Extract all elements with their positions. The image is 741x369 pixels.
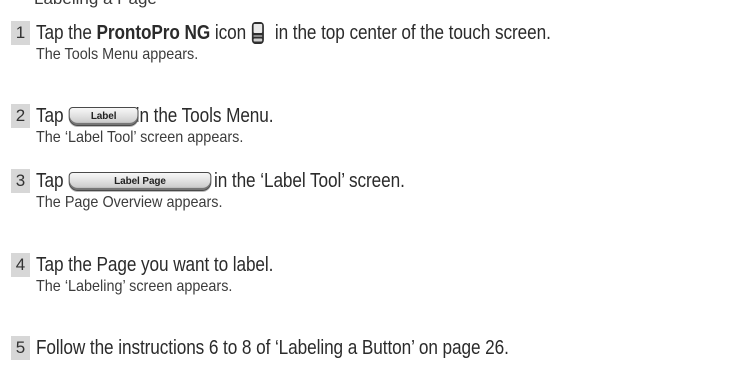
step-3: 3 Tap Label Page in the ‘Label Tool’ scr… xyxy=(11,168,736,212)
step-instruction: Tap the Page you want to label. xyxy=(36,253,274,276)
step-2: 2 Tap Label in the Tools Menu. The ‘Labe… xyxy=(11,103,736,147)
step-number: 3 xyxy=(11,169,30,193)
step-number: 5 xyxy=(11,336,30,360)
remote-device-icon xyxy=(252,22,265,44)
step-number: 1 xyxy=(11,21,30,45)
step-result: The ‘Label Tool’ screen appears. xyxy=(36,129,244,146)
step-number: 4 xyxy=(11,253,30,277)
step-result: The Tools Menu appears. xyxy=(36,46,199,63)
step-4: 4 Tap the Page you want to label. The ‘L… xyxy=(11,252,736,296)
step-instruction: Tap Label in the Tools Menu. xyxy=(36,104,274,127)
step-number: 2 xyxy=(11,104,30,128)
product-name: ProntoPro NG xyxy=(96,21,211,44)
step-instruction: Follow the instructions 6 to 8 of ‘Label… xyxy=(36,336,509,359)
step-5: 5 Follow the instructions 6 to 8 of ‘Lab… xyxy=(11,335,736,361)
section-heading-fragment: Labeling a Page xyxy=(34,0,157,9)
label-page-button: Label Page xyxy=(68,171,212,191)
step-instruction: Tap Label Page in the ‘Label Tool’ scree… xyxy=(36,169,405,192)
step-result: The Page Overview appears. xyxy=(36,194,223,211)
label-button: Label xyxy=(68,106,139,126)
step-instruction: Tap the ProntoPro NG icon in the top cen… xyxy=(36,21,551,44)
step-result: The ‘Labeling’ screen appears. xyxy=(36,278,233,295)
step-1: 1 Tap the ProntoPro NG icon in the top c… xyxy=(11,20,736,64)
